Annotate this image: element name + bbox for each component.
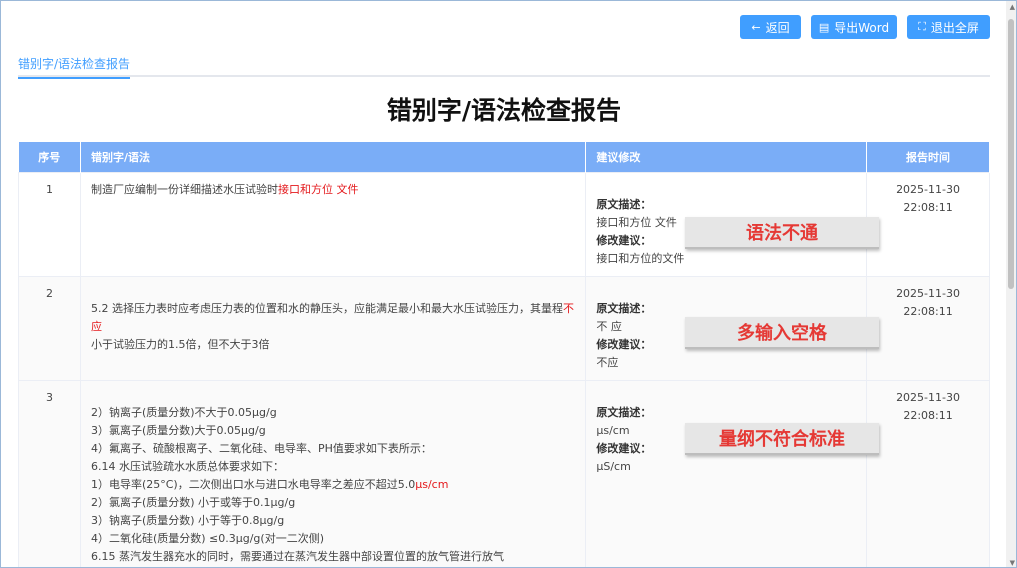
original-label: 原文描述： <box>596 301 652 315</box>
col-header-index: 序号 <box>18 142 81 172</box>
export-word-button[interactable]: ▤ 导出Word <box>811 15 897 39</box>
row-error-text: 2）钠离子(质量分数)不大于0.05μg/g 3）氯离子(质量分数)大于0.05… <box>79 379 587 567</box>
error-context-line: 3）钠离子(质量分数) 小于等于0.8μg/g <box>90 513 285 527</box>
row-index: 1 <box>18 171 81 277</box>
error-context: 制造厂应编制一份详细描述水压试验时 <box>90 182 278 196</box>
row-index: 3 <box>18 379 81 567</box>
suggestion-value: 不应 <box>596 355 619 369</box>
annotation-callout: 语法不通 <box>685 217 879 249</box>
error-context: 5.2 选择压力表时应考虑压力表的位置和水的静压头，应能满足最小和最大水压试验压… <box>90 301 563 315</box>
export-word-label: 导出Word <box>834 20 890 35</box>
back-button-label: 返回 <box>765 20 790 35</box>
scroll-down-icon[interactable]: ▼ <box>1010 559 1015 567</box>
original-label: 原文描述： <box>596 197 652 211</box>
error-highlight: μs/cm <box>415 477 449 491</box>
tab-bar: 错别字/语法检查报告 <box>18 49 990 79</box>
row-time: 2025-11-30 22:08:11 <box>866 171 990 277</box>
exit-fullscreen-label: 退出全屏 <box>930 20 979 35</box>
scrollbar-thumb[interactable] <box>1008 19 1014 289</box>
col-header-time: 报告时间 <box>866 142 990 172</box>
col-header-error: 错别字/语法 <box>80 142 587 172</box>
scroll-up-icon[interactable]: ▲ <box>1010 3 1015 11</box>
error-context-after: 小于试验压力的1.5倍，但不大于3倍 <box>90 337 270 351</box>
tab-report[interactable]: 错别字/语法检查报告 <box>18 55 131 79</box>
document-icon: ▤ <box>818 20 830 34</box>
suggestion-value: 接口和方位的文件 <box>596 251 685 265</box>
row-time: 2025-11-30 22:08:11 <box>866 379 990 567</box>
row-time: 2025-11-30 22:08:11 <box>866 275 990 381</box>
back-button[interactable]: ← 返回 <box>740 15 801 39</box>
page-title: 错别字/语法检查报告 <box>386 96 622 125</box>
report-window: ← 返回 ▤ 导出Word ⛶ 退出全屏 错别字/语法检查报告 错别字/语法检查… <box>0 0 1017 568</box>
error-context-line: 2）钠离子(质量分数)不大于0.05μg/g <box>90 405 277 419</box>
row-error-text: 5.2 选择压力表时应考虑压力表的位置和水的静压头，应能满足最小和最大水压试验压… <box>79 275 587 381</box>
error-context-line: 4）二氧化硅(质量分数) ≤0.3μg/g(对一二次侧) <box>90 531 324 545</box>
annotation-callout: 量纲不符合标准 <box>685 423 879 455</box>
arrow-left-icon: ← <box>751 20 761 34</box>
fullscreen-exit-icon: ⛶ <box>918 20 926 33</box>
row-index: 2 <box>18 275 81 381</box>
annotation-callout: 多输入空格 <box>685 317 879 349</box>
row-suggestion: 原文描述： μs/cm 修改建议： μS/cm <box>585 379 868 567</box>
report-table: 序号 错别字/语法 建议修改 报告时间 1 制造厂应编制一份详细描述水压试验时接… <box>18 142 990 567</box>
table-row: 3 2）钠离子(质量分数)不大于0.05μg/g 3）氯离子(质量分数)大于0.… <box>18 379 990 567</box>
vertical-scrollbar[interactable]: ▲ ▼ <box>1006 1 1016 567</box>
error-context-line: 6.14 水压试验疏水水质总体要求如下： <box>90 459 284 473</box>
error-context: 1）电导率(25°C)，二次侧出口水与进口水电导率之差应不超过5.0 <box>90 477 416 491</box>
error-context-line: 6.15 蒸汽发生器充水的同时，需要通过在蒸汽发生器中部设置位置的放气管进行放气 <box>90 549 504 563</box>
error-line: 1）电导率(25°C)，二次侧出口水与进口水电导率之差应不超过5.0μs/cm <box>91 476 575 494</box>
original-label: 原文描述： <box>596 405 652 419</box>
exit-fullscreen-button[interactable]: ⛶ 退出全屏 <box>907 15 990 39</box>
error-context-line: 4）氟离子、硫酸根离子、二氧化硅、电导率、PH值要求如下表所示： <box>90 441 432 455</box>
col-header-suggestion: 建议修改 <box>585 142 868 172</box>
error-highlight: 接口和方位 文件 <box>277 182 359 196</box>
row-error-text: 制造厂应编制一份详细描述水压试验时接口和方位 文件 <box>79 171 587 277</box>
error-context-line: 3）氯离子(质量分数)大于0.05μg/g <box>90 423 266 437</box>
error-context-line: 2）氯离子(质量分数) 小于或等于0.1μg/g <box>90 495 296 509</box>
table-header-row: 序号 错别字/语法 建议修改 报告时间 <box>18 142 990 172</box>
suggestion-value: μS/cm <box>596 459 631 473</box>
